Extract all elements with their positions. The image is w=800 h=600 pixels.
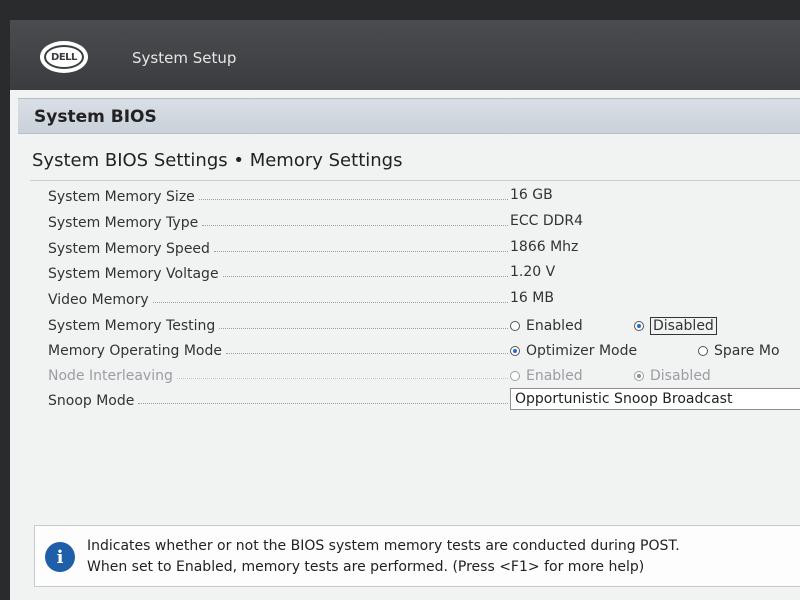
radio-checked-icon — [510, 346, 520, 356]
leader-dots — [225, 352, 508, 354]
radio-label: Enabled — [526, 318, 583, 334]
setting-row-memory-type: System Memory Type ECC DDR4 — [48, 213, 800, 233]
help-panel: i Indicates whether or not the BIOS syst… — [34, 525, 800, 587]
memory-testing-radio-group: Enabled Disabled — [510, 316, 800, 336]
dell-logo-icon: DELL — [40, 41, 88, 73]
setting-value: 16 GB — [510, 187, 553, 203]
setting-label: Memory Operating Mode — [48, 343, 222, 359]
help-text: Indicates whether or not the BIOS system… — [87, 536, 787, 578]
top-bar: DELL System Setup — [10, 20, 800, 90]
memory-testing-enabled-radio[interactable]: Enabled — [510, 316, 583, 336]
radio-unchecked-icon — [510, 371, 520, 381]
radio-checked-icon — [634, 371, 644, 381]
node-interleaving-disabled-radio: Disabled — [634, 366, 711, 386]
radio-label: Spare Mo — [714, 343, 780, 359]
section-title: System BIOS — [34, 107, 157, 127]
spare-mode-radio[interactable]: Spare Mo — [698, 341, 780, 361]
leader-dots — [219, 327, 508, 329]
app-title: System Setup — [132, 49, 237, 67]
setting-value: 1866 Mhz — [510, 239, 579, 255]
leader-dots — [202, 224, 508, 226]
setting-label: System Memory Speed — [48, 241, 210, 257]
setting-row-snoop-mode: Snoop Mode Opportunistic Snoop Broadcast — [48, 388, 800, 411]
leader-dots — [198, 198, 508, 200]
setting-row-node-interleaving: Node Interleaving Enabled Disabled — [48, 366, 800, 386]
setting-row-memory-speed: System Memory Speed 1866 Mhz — [48, 239, 800, 259]
memory-testing-disabled-radio[interactable]: Disabled — [634, 316, 717, 336]
setting-label: System Memory Size — [48, 189, 195, 205]
info-icon: i — [45, 542, 75, 572]
radio-unchecked-icon — [510, 321, 520, 331]
setting-label: Video Memory — [48, 292, 149, 308]
setting-label: System Memory Voltage — [48, 266, 219, 282]
leader-dots — [213, 250, 508, 252]
setting-row-memory-size: System Memory Size 16 GB — [48, 187, 800, 207]
setting-label: Snoop Mode — [48, 393, 135, 409]
setting-row-memory-voltage: System Memory Voltage 1.20 V — [48, 264, 800, 284]
leader-dots — [222, 275, 508, 277]
setting-value: 16 MB — [510, 290, 554, 306]
setting-label: System Memory Type — [48, 215, 199, 231]
radio-label: Disabled — [650, 368, 711, 384]
leader-dots — [138, 402, 508, 404]
radio-label: Optimizer Mode — [526, 343, 638, 359]
radio-label: Disabled — [650, 317, 717, 335]
setting-row-operating-mode: Memory Operating Mode Optimizer Mode Spa… — [48, 341, 800, 361]
setting-value: ECC DDR4 — [510, 213, 584, 229]
radio-label: Enabled — [526, 368, 583, 384]
setting-value: 1.20 V — [510, 264, 556, 280]
bios-screen: DELL System Setup System BIOS System BIO… — [10, 20, 800, 600]
radio-unchecked-icon — [698, 346, 708, 356]
setting-label: Node Interleaving — [48, 368, 173, 384]
node-interleaving-enabled-radio: Enabled — [510, 366, 583, 386]
snoop-mode-dropdown[interactable]: Opportunistic Snoop Broadcast — [510, 388, 800, 410]
page-title: System BIOS Settings • Memory Settings — [32, 150, 403, 171]
help-text-line-1: Indicates whether or not the BIOS system… — [87, 538, 680, 554]
help-text-line-2: When set to Enabled, memory tests are pe… — [87, 559, 645, 575]
setting-row-video-memory: Video Memory 16 MB — [48, 290, 800, 310]
setting-label: System Memory Testing — [48, 318, 216, 334]
section-header: System BIOS — [18, 98, 800, 134]
setting-row-memory-testing: System Memory Testing Enabled Disabled — [48, 316, 800, 336]
title-divider — [30, 180, 800, 181]
leader-dots — [152, 301, 508, 303]
leader-dots — [176, 377, 508, 379]
dell-logo-text: DELL — [44, 45, 84, 69]
optimizer-mode-radio[interactable]: Optimizer Mode — [510, 341, 637, 361]
radio-checked-icon — [634, 321, 644, 331]
node-interleaving-radio-group: Enabled Disabled — [510, 366, 800, 386]
operating-mode-radio-group: Optimizer Mode Spare Mo — [510, 341, 800, 361]
